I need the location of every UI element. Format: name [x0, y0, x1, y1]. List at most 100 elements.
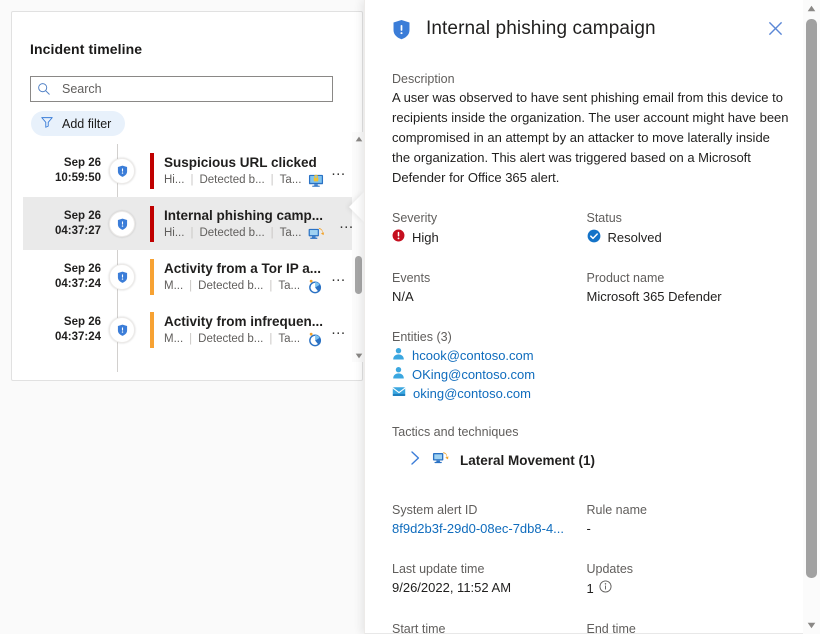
- severity-bar: [150, 153, 154, 189]
- timeline-row-tags: Ta...: [280, 173, 302, 188]
- description-label: Description: [392, 70, 781, 88]
- add-filter-label: Add filter: [62, 117, 111, 131]
- events-product-row: Events N/A Product name Microsoft 365 De…: [392, 269, 781, 307]
- updates-label: Updates: [587, 560, 782, 578]
- end-time-field: End time 9/26/2022, 04:37 AM: [587, 620, 782, 634]
- timeline-alert-shield-icon: [109, 211, 135, 237]
- user-icon: [392, 346, 405, 365]
- add-filter-button[interactable]: Add filter: [31, 111, 125, 136]
- page-scroll-down-icon[interactable]: [803, 617, 820, 634]
- filter-icon: [40, 115, 54, 132]
- timeline-row-body: Suspicious URL clickedHi...|Detected b..…: [164, 154, 327, 188]
- close-button[interactable]: [762, 17, 788, 43]
- rule-name-value: -: [587, 519, 782, 539]
- timeline-row-time: Sep 2610:59:50: [23, 156, 107, 186]
- entity-item[interactable]: oking@contoso.com: [392, 384, 781, 403]
- page-scrollbar[interactable]: [803, 0, 820, 634]
- timeline-row-title: Activity from a Tor IP a...: [164, 260, 327, 278]
- end-time-label: End time: [587, 620, 782, 634]
- severity-value: High: [412, 228, 439, 248]
- timeline-row-body: Internal phishing camp...Hi...|Detected …: [164, 207, 335, 241]
- timeline-row-tags: Ta...: [280, 226, 302, 241]
- meta-divider: |: [269, 279, 272, 294]
- product-name-label: Product name: [587, 269, 782, 287]
- tactics-label: Tactics and techniques: [392, 423, 781, 441]
- timeline-row-clock: 04:37:27: [23, 224, 101, 239]
- timeline-row-severity: Hi...: [164, 173, 184, 188]
- entity-item[interactable]: OKing@contoso.com: [392, 365, 781, 384]
- last-update-field: Last update time 9/26/2022, 11:52 AM: [392, 560, 587, 599]
- entity-item[interactable]: hcook@contoso.com: [392, 346, 781, 365]
- timeline-row[interactable]: Sep 2604:37:24 Activity from infrequen...…: [23, 303, 353, 356]
- timeline-row-severity: Hi...: [164, 226, 184, 241]
- rule-name-label: Rule name: [587, 501, 782, 519]
- timeline-row-title: Suspicious URL clicked: [164, 154, 327, 172]
- device-lock-icon: [308, 173, 324, 188]
- search-box[interactable]: [30, 76, 333, 102]
- info-icon[interactable]: [599, 580, 612, 598]
- timeline-row-title: Activity from infrequen...: [164, 313, 327, 331]
- page-title: Incident timeline: [30, 41, 142, 57]
- severity-bar: [150, 312, 154, 348]
- system-alert-id-value[interactable]: 8f9d2b3f-29d0-08ec-7db8-4...: [392, 519, 587, 539]
- timeline-alert-shield-icon: [109, 158, 135, 184]
- meta-divider: |: [271, 173, 274, 188]
- severity-high-icon: [392, 229, 405, 247]
- lateral-movement-icon: [432, 450, 449, 471]
- timeline-row-time: Sep 2604:37:24: [23, 315, 107, 345]
- description-text: A user was observed to have sent phishin…: [392, 88, 790, 188]
- entity-link[interactable]: hcook@contoso.com: [412, 346, 534, 365]
- user-icon: [392, 365, 405, 384]
- entities-label: Entities (3): [392, 328, 781, 346]
- app-root: Incident timeline Add filter Sep 2610:59…: [0, 0, 820, 634]
- meta-divider: |: [189, 279, 192, 294]
- timeline-row-date: Sep 26: [23, 262, 101, 277]
- timeline-row-more-button[interactable]: …: [327, 321, 351, 338]
- meta-divider: |: [189, 332, 192, 347]
- timeline-row-detected: Detected b...: [199, 226, 264, 241]
- timeline-alert-shield-icon: [109, 264, 135, 290]
- entity-link[interactable]: OKing@contoso.com: [412, 365, 535, 384]
- timeline-row[interactable]: Sep 2610:59:50 Suspicious URL clickedHi..…: [23, 144, 353, 197]
- close-icon: [768, 21, 783, 39]
- timeline-row-detected: Detected b...: [198, 332, 263, 347]
- timeline-row-clock: 10:59:50: [23, 171, 101, 186]
- timeline-row-date: Sep 26: [23, 156, 101, 171]
- timeline-scrollbar-thumb[interactable]: [355, 256, 362, 294]
- page-scroll-up-icon[interactable]: [803, 0, 820, 17]
- status-value: Resolved: [608, 228, 662, 248]
- timeline-row-more-button[interactable]: …: [327, 268, 351, 285]
- updates-field: Updates 1: [587, 560, 782, 599]
- status-field: Status Resolved: [587, 209, 782, 248]
- timeline-row-meta: M...|Detected b...|Ta...: [164, 332, 327, 347]
- tactic-item[interactable]: Lateral Movement (1): [410, 450, 781, 471]
- last-update-value: 9/26/2022, 11:52 AM: [392, 578, 587, 598]
- mail-defender-icon: [308, 226, 325, 241]
- entity-link[interactable]: oking@contoso.com: [413, 384, 531, 403]
- timeline-row-more-button[interactable]: …: [327, 162, 351, 179]
- timeline-row-meta: Hi...|Detected b...|Ta...: [164, 226, 335, 241]
- timeline-row-detected: Detected b...: [198, 279, 263, 294]
- flyout-body: Description A user was observed to have …: [365, 58, 805, 634]
- severity-field: Severity High: [392, 209, 587, 248]
- system-alert-id-label: System alert ID: [392, 501, 587, 519]
- events-label: Events: [392, 269, 587, 287]
- timeline-row-meta: Hi...|Detected b...|Ta...: [164, 173, 327, 188]
- timeline-alert-shield-icon: [109, 317, 135, 343]
- selection-pointer: [349, 192, 364, 222]
- timeline-row-tags: Ta...: [278, 332, 300, 347]
- timeline-row[interactable]: Sep 2604:37:24 Activity from a Tor IP a..…: [23, 250, 353, 303]
- rule-name-field: Rule name -: [587, 501, 782, 539]
- chevron-right-icon[interactable]: [410, 450, 421, 471]
- page-scrollbar-thumb[interactable]: [806, 19, 817, 578]
- flyout-header: Internal phishing campaign: [365, 0, 820, 58]
- timeline-row-clock: 04:37:24: [23, 277, 101, 292]
- search-input[interactable]: [62, 82, 317, 96]
- timeline-row[interactable]: Sep 2604:37:27Internal phishing camp...H…: [23, 197, 361, 250]
- alertid-rule-row: System alert ID 8f9d2b3f-29d0-08ec-7db8-…: [392, 501, 781, 539]
- timeline-row-clock: 04:37:24: [23, 330, 101, 345]
- status-resolved-icon: [587, 229, 601, 248]
- meta-divider: |: [190, 173, 193, 188]
- lastupdate-updates-row: Last update time 9/26/2022, 11:52 AM Upd…: [392, 560, 781, 599]
- flyout-title: Internal phishing campaign: [426, 18, 656, 40]
